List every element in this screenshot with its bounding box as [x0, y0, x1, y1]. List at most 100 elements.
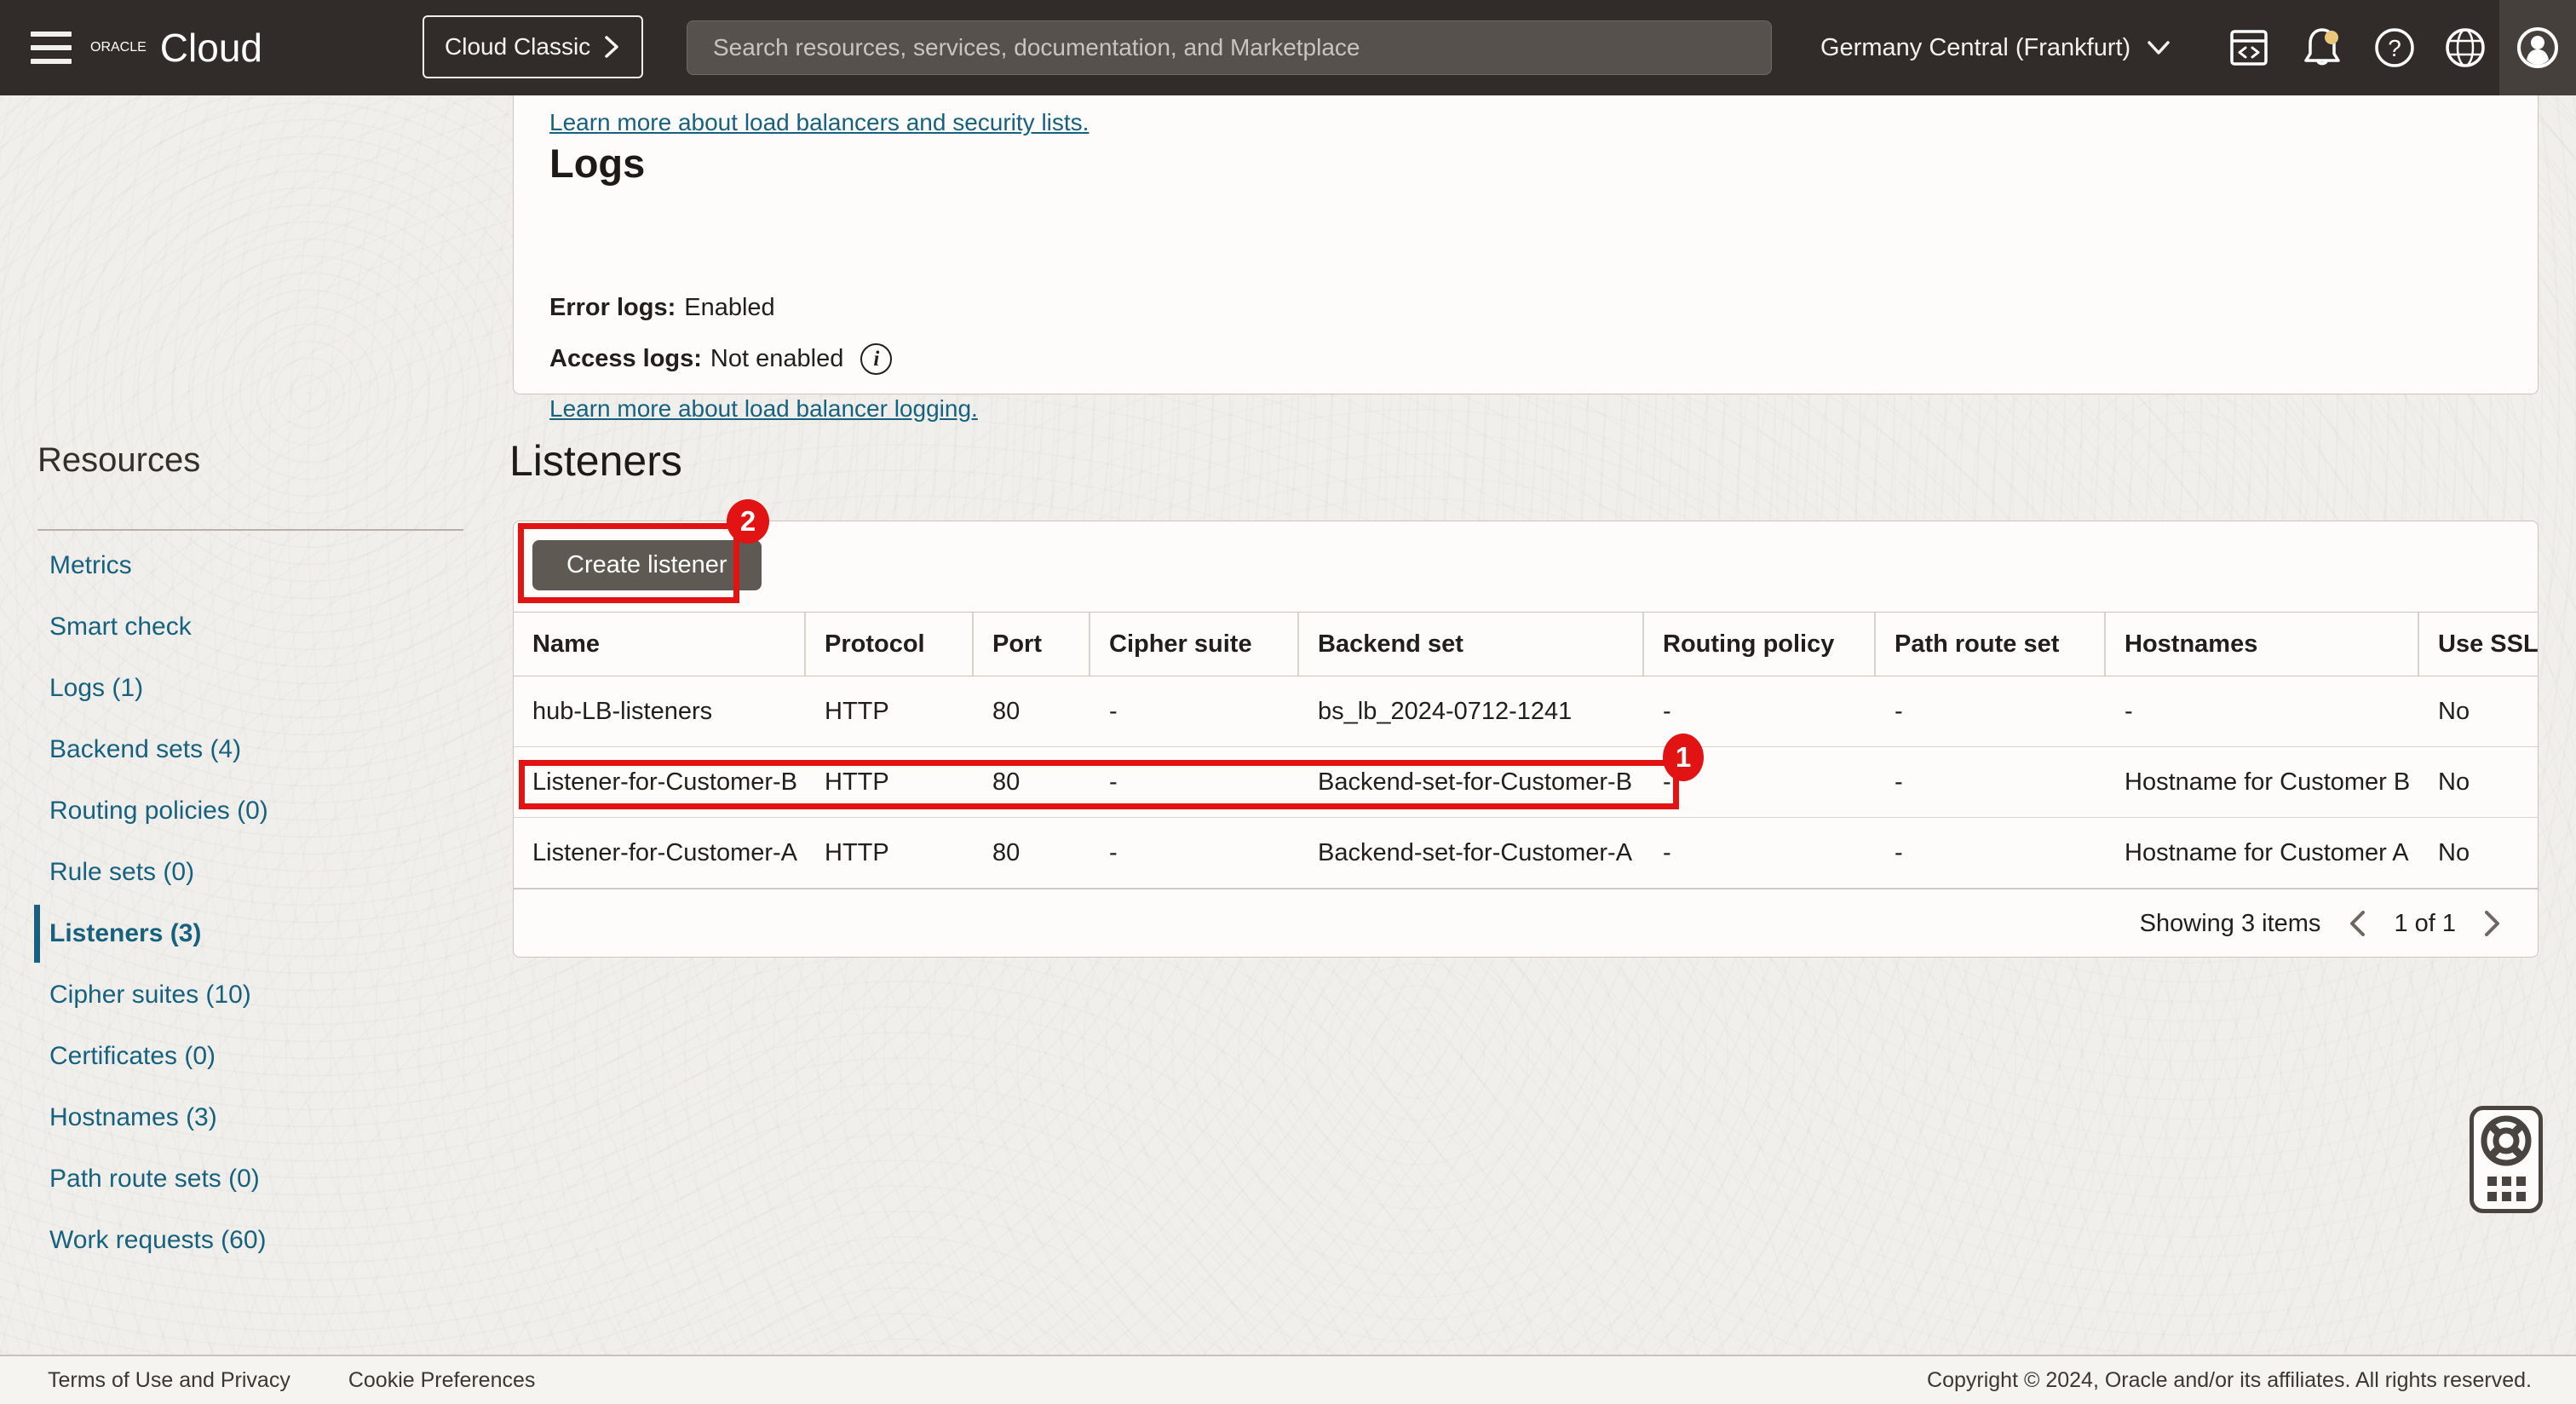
sidebar-item-work-requests[interactable]: Work requests (60) — [0, 1210, 513, 1271]
listeners-table: Name Protocol Port Cipher suite Backend … — [514, 612, 2538, 889]
items-summary: Showing 3 items — [2140, 910, 2321, 938]
cell-routing-policy: - — [1644, 818, 1876, 888]
cell-cipher-suite: - — [1090, 818, 1299, 888]
column-header-path-route-set: Path route set — [1876, 613, 2106, 676]
error-logs-value: Enabled — [684, 294, 774, 322]
column-header-use-ssl: Use SSL — [2419, 613, 2538, 676]
column-header-routing-policy: Routing policy — [1644, 613, 1876, 676]
sidebar-nav: Metrics Smart check Logs (1) Backend set… — [0, 535, 513, 1271]
listeners-section-title: Listeners — [509, 436, 682, 486]
cell-path-route-set: - — [1876, 818, 2106, 888]
column-header-name: Name — [514, 613, 806, 676]
region-selector[interactable]: Germany Central (Frankfurt) — [1820, 0, 2171, 95]
error-logs-row: Error logs: Enabled — [549, 294, 775, 322]
sidebar-item-path-route-sets[interactable]: Path route sets (0) — [0, 1148, 513, 1210]
cookie-preferences-link[interactable]: Cookie Preferences — [348, 1368, 536, 1393]
column-header-hostnames: Hostnames — [2106, 613, 2419, 676]
cell-hostnames: Hostname for Customer B — [2106, 747, 2419, 817]
sidebar-item-smart-check[interactable]: Smart check — [0, 596, 513, 658]
cell-protocol: HTTP — [806, 747, 974, 817]
cell-cipher-suite: - — [1090, 676, 1299, 746]
previous-page-icon[interactable] — [2346, 908, 2368, 939]
listeners-table-panel: Create listener 2 Name Protocol Port Cip… — [513, 521, 2539, 958]
cell-name: Listener-for-Customer-A — [514, 818, 806, 888]
cell-backend-set: Backend-set-for-Customer-B — [1299, 747, 1644, 817]
sidebar-item-metrics[interactable]: Metrics — [0, 535, 513, 596]
sidebar-item-backend-sets[interactable]: Backend sets (4) — [0, 719, 513, 780]
column-header-backend-set: Backend set — [1299, 613, 1644, 676]
logs-panel: Learn more about load balancers and secu… — [513, 95, 2539, 394]
support-widget-button[interactable] — [2470, 1106, 2543, 1213]
cell-port: 80 — [974, 747, 1090, 817]
sidebar-item-routing-policies[interactable]: Routing policies (0) — [0, 780, 513, 842]
notification-bell-icon[interactable] — [2295, 0, 2349, 95]
cell-protocol: HTTP — [806, 818, 974, 888]
cell-use-ssl: No — [2419, 676, 2538, 746]
cell-port: 80 — [974, 676, 1090, 746]
brand-cloud: Cloud — [160, 25, 262, 71]
table-row-listener-for-customer-a[interactable]: Listener-for-Customer-A HTTP 80 - Backen… — [514, 818, 2538, 889]
annotation-badge-2: 2 — [727, 499, 769, 544]
logs-section-title: Logs — [549, 140, 645, 187]
info-icon[interactable]: i — [860, 343, 892, 375]
cell-hostnames: - — [2106, 676, 2419, 746]
sidebar-item-certificates[interactable]: Certificates (0) — [0, 1026, 513, 1087]
cell-backend-set: bs_lb_2024-0712-1241 — [1299, 676, 1644, 746]
menu-icon[interactable] — [31, 29, 75, 66]
column-header-cipher-suite: Cipher suite — [1090, 613, 1299, 676]
svg-text:?: ? — [2388, 35, 2401, 61]
oracle-cloud-console: ORACLE Cloud Cloud Classic Germany Centr… — [0, 0, 2576, 1404]
sidebar-divider — [37, 529, 463, 531]
cell-port: 80 — [974, 818, 1090, 888]
sidebar-item-rule-sets[interactable]: Rule sets (0) — [0, 842, 513, 903]
life-buoy-icon — [2474, 1110, 2539, 1209]
create-listener-button[interactable]: Create listener — [532, 540, 762, 590]
page-indicator: 1 of 1 — [2394, 910, 2456, 938]
cell-path-route-set: - — [1876, 747, 2106, 817]
chevron-right-icon — [602, 34, 621, 60]
cloud-classic-button[interactable]: Cloud Classic — [423, 15, 643, 78]
cell-path-route-set: - — [1876, 676, 2106, 746]
access-logs-label: Access logs: — [549, 345, 702, 373]
cell-use-ssl: No — [2419, 818, 2538, 888]
access-logs-row: Access logs: Not enabled i — [549, 343, 892, 375]
code-console-icon[interactable] — [2222, 0, 2276, 95]
security-lists-link[interactable]: Learn more about load balancers and secu… — [549, 109, 1089, 136]
oracle-cloud-logo[interactable]: ORACLE Cloud — [90, 0, 262, 95]
cell-hostnames: Hostname for Customer A — [2106, 818, 2419, 888]
search-input[interactable] — [687, 20, 1772, 75]
globe-language-icon[interactable] — [2438, 0, 2493, 95]
sidebar-item-listeners[interactable]: Listeners (3) — [0, 903, 513, 964]
sidebar-item-cipher-suites[interactable]: Cipher suites (10) — [0, 964, 513, 1026]
help-icon[interactable]: ? — [2367, 0, 2422, 95]
cell-name: Listener-for-Customer-B — [514, 747, 806, 817]
brand-oracle: ORACLE — [90, 40, 147, 55]
column-header-protocol: Protocol — [806, 613, 974, 676]
table-row-hub-lb-listeners[interactable]: hub-LB-listeners HTTP 80 - bs_lb_2024-07… — [514, 676, 2538, 747]
sidebar-title: Resources — [37, 441, 200, 480]
region-label: Germany Central (Frankfurt) — [1820, 34, 2130, 62]
table-pagination: Showing 3 items 1 of 1 — [514, 889, 2538, 958]
next-page-icon[interactable] — [2481, 908, 2504, 939]
terms-link[interactable]: Terms of Use and Privacy — [48, 1368, 290, 1393]
error-logs-label: Error logs: — [549, 294, 676, 322]
table-row-listener-for-customer-b[interactable]: Listener-for-Customer-B HTTP 80 - Backen… — [514, 747, 2538, 818]
cell-routing-policy: - — [1644, 676, 1876, 746]
copyright-text: Copyright © 2024, Oracle and/or its affi… — [1927, 1368, 2532, 1393]
sidebar-item-hostnames[interactable]: Hostnames (3) — [0, 1087, 513, 1148]
page-footer: Terms of Use and Privacy Cookie Preferen… — [0, 1355, 2576, 1404]
chevron-down-icon — [2146, 38, 2171, 57]
cell-backend-set: Backend-set-for-Customer-A — [1299, 818, 1644, 888]
top-navigation-bar: ORACLE Cloud Cloud Classic Germany Centr… — [0, 0, 2576, 95]
access-logs-value: Not enabled — [710, 345, 843, 373]
user-avatar-icon[interactable] — [2510, 0, 2565, 95]
cell-protocol: HTTP — [806, 676, 974, 746]
table-header-row: Name Protocol Port Cipher suite Backend … — [514, 612, 2538, 676]
column-header-port: Port — [974, 613, 1090, 676]
cell-routing-policy: - — [1644, 747, 1876, 817]
sidebar-item-logs[interactable]: Logs (1) — [0, 658, 513, 719]
cell-cipher-suite: - — [1090, 747, 1299, 817]
cell-name: hub-LB-listeners — [514, 676, 806, 746]
cell-use-ssl: No — [2419, 747, 2538, 817]
lb-logging-link[interactable]: Learn more about load balancer logging. — [549, 395, 978, 423]
